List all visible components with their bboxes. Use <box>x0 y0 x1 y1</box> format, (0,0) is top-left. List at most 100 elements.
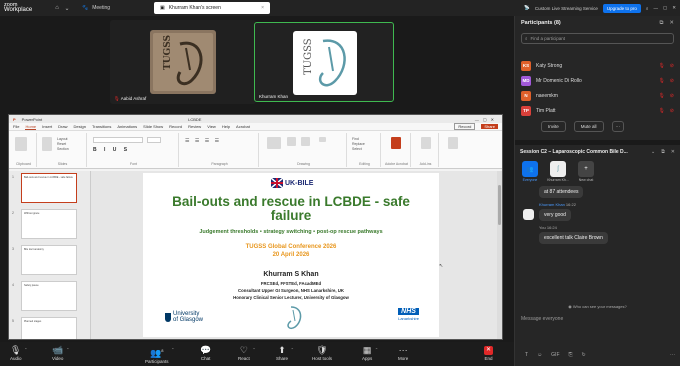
maximize-icon[interactable]: ▢ <box>663 5 667 11</box>
close-window-icon[interactable]: ✕ <box>672 5 676 11</box>
menu-review[interactable]: Review <box>188 124 201 129</box>
chat-input[interactable]: Message everyone <box>521 316 563 322</box>
video-tile-aabid[interactable]: TUGSS 🎙 Aabid Ashraf <box>110 20 256 104</box>
powerpoint-menu: File Home Insert Draw Design Transitions… <box>9 123 502 131</box>
shapes-icon[interactable] <box>267 137 281 149</box>
caret-up-icon[interactable]: ⌃ <box>24 347 27 352</box>
shape-fill-icon[interactable] <box>319 137 326 142</box>
react-button[interactable]: ♡ React ⌃ <box>238 345 256 361</box>
avatar <box>523 209 534 220</box>
tab-khurram[interactable]: ʃ Khurram Kh... <box>547 161 569 182</box>
popout-icon[interactable]: ⧉ <box>661 149 665 155</box>
slide-thumb-4[interactable]: Safety pause <box>21 281 77 311</box>
more-button[interactable]: ··· <box>611 121 625 132</box>
chat-button[interactable]: 💬 Chat <box>200 345 211 361</box>
menu-draw[interactable]: Draw <box>58 124 67 129</box>
upgrade-button[interactable]: Upgrade to pro <box>602 3 641 13</box>
caret-up-icon[interactable]: ⌃ <box>375 347 378 352</box>
popout-icon[interactable]: ⧉ <box>659 20 663 27</box>
mute-all-button[interactable]: Mute all <box>573 121 604 132</box>
end-button[interactable]: ✕ End <box>484 345 493 361</box>
list-item[interactable]: N naeemkm 🎙 ⊘ <box>521 89 674 102</box>
video-tile-khurram[interactable]: TUGSS Khurram Khan <box>254 22 394 102</box>
refresh-icon[interactable]: ↻ <box>582 352 586 358</box>
slide-affiliation: Honorary Clinical Senior Lecturer, Unive… <box>233 295 349 300</box>
menu-view[interactable]: View <box>207 124 216 129</box>
paragraph-buttons[interactable]: ☰ ☰ ☰ ☰ <box>185 138 221 144</box>
new-slide-icon[interactable] <box>42 137 52 151</box>
menu-transitions[interactable]: Transitions <box>92 124 111 129</box>
current-slide[interactable]: UK-BILE Bail-outs and rescue in LCBDE - … <box>143 173 443 337</box>
caret-up-icon[interactable]: ⌃ <box>291 347 294 352</box>
paw-icon: 🐾 <box>82 5 89 11</box>
participant-search-input[interactable]: ⌕ Find a participant <box>521 33 674 44</box>
vertical-scrollbar[interactable] <box>497 171 502 339</box>
addins-icon[interactable] <box>421 137 431 149</box>
host-tools-button[interactable]: 🛡 Host tools <box>312 345 332 361</box>
chat-message[interactable]: excellent talk Claire Brown <box>539 232 608 244</box>
menu-design[interactable]: Design <box>73 124 85 129</box>
chevron-down-icon[interactable]: ⌄ <box>651 149 655 155</box>
participants-header: Participants (8) ⧉ ✕ <box>521 19 674 27</box>
tab-meeting[interactable]: 🐾 Meeting <box>76 2 116 14</box>
close-icon[interactable]: ✕ <box>671 149 675 155</box>
audio-button[interactable]: 🎙 Audio ⌃ <box>10 345 28 361</box>
list-item[interactable]: KS Katy Strong 🎙 ⊘ <box>521 59 674 72</box>
slide-thumb-3[interactable]: Bile duct anatomy <box>21 245 77 275</box>
create-pdf-icon[interactable] <box>391 137 401 149</box>
video-button[interactable]: 📹 Video ⌃ <box>52 345 69 361</box>
caret-up-icon[interactable]: ⌃ <box>252 347 255 352</box>
format-text-icon[interactable]: T <box>525 352 528 358</box>
mouse-cursor-icon: ↖ <box>439 263 444 269</box>
slide-position: Consultant Upper GI Surgeon, NHS Lanarks… <box>237 288 344 293</box>
paste-icon[interactable] <box>15 137 27 151</box>
slide-thumb-2[interactable]: Without grace <box>21 209 77 239</box>
slide-thumb-1[interactable]: Bail-outs and rescue in LCBDE - safe fai… <box>21 173 77 203</box>
more-icon[interactable]: ··· <box>670 352 675 358</box>
menu-slide-show[interactable]: Slide Show <box>143 124 163 129</box>
insert-slide-icon[interactable] <box>448 137 458 149</box>
arrange-icon[interactable] <box>287 137 296 146</box>
menu-insert[interactable]: Insert <box>42 124 52 129</box>
gif-icon[interactable]: GIF <box>551 352 559 358</box>
font-format-buttons[interactable]: B I U S <box>93 147 130 153</box>
more-button[interactable]: ··· More <box>398 345 408 361</box>
tab-new-chat[interactable]: + New chat <box>575 161 597 182</box>
emoji-icon[interactable]: ☺ <box>537 352 542 358</box>
chat-message[interactable]: very good <box>539 209 571 221</box>
participants-button[interactable]: 👥8 Participants ⌃ <box>145 345 175 364</box>
close-icon[interactable]: ✕ <box>669 20 674 27</box>
caret-up-icon[interactable]: ⌃ <box>171 347 174 352</box>
invite-button[interactable]: Invite <box>541 121 566 132</box>
minimize-icon[interactable]: — <box>653 6 658 11</box>
record-button[interactable]: Record <box>454 123 476 130</box>
tab-everyone[interactable]: 👥 Everyone <box>519 161 541 182</box>
list-item[interactable]: TP Tim Platt 🎙 ⊘ <box>521 104 674 117</box>
muted-mic-icon: 🎙 <box>658 77 665 84</box>
home-icon[interactable]: ⌂ <box>52 5 62 11</box>
menu-animations[interactable]: Animations <box>117 124 137 129</box>
close-icon[interactable]: × <box>261 5 264 11</box>
quick-styles-icon[interactable] <box>301 137 310 146</box>
message-visibility-link[interactable]: ◉ Who can see your messages? <box>515 304 680 309</box>
file-icon[interactable]: ⎘ <box>569 352 573 358</box>
tab-shared-screen[interactable]: ▣ Khurram Khan's screen × <box>154 2 271 14</box>
uk-bile-logo: UK-BILE <box>271 178 313 188</box>
search-icon[interactable]: ⌕ <box>646 6 649 11</box>
share-screen-button[interactable]: ⬆ Share ⌃ <box>276 345 294 361</box>
caret-up-icon[interactable]: ⌃ <box>66 347 69 352</box>
chat-message[interactable]: at 87 attendees <box>539 186 584 198</box>
list-item[interactable]: MD Mr Domenic Di Rollo 🎙 ⊘ <box>521 74 674 87</box>
chevron-down-icon[interactable]: ⌄ <box>62 5 72 12</box>
font-size-select[interactable] <box>147 137 161 143</box>
slide-thumb-5[interactable]: Planned stages <box>21 317 77 339</box>
font-name-select[interactable] <box>93 137 143 143</box>
streaming-service-label[interactable]: Custom Live Streaming Service <box>535 6 598 11</box>
menu-record[interactable]: Record <box>169 124 182 129</box>
share-button[interactable]: Share <box>481 124 498 129</box>
menu-acrobat[interactable]: Acrobat <box>236 124 250 129</box>
apps-button[interactable]: ▦ Apps ⌃ <box>362 345 378 361</box>
menu-home[interactable]: Home <box>25 124 37 130</box>
menu-help[interactable]: Help <box>222 124 230 129</box>
menu-file[interactable]: File <box>13 124 19 129</box>
